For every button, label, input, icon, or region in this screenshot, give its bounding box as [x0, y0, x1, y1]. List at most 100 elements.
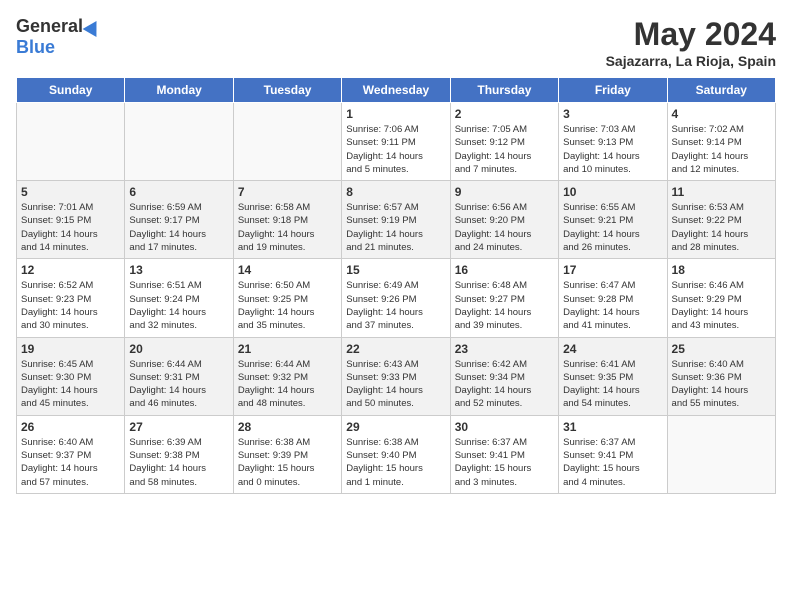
- calendar-cell: 22 Sunrise: 6:43 AMSunset: 9:33 PMDayligh…: [342, 337, 450, 415]
- day-info-text: Sunrise: 6:58 AMSunset: 9:18 PMDaylight:…: [238, 201, 337, 254]
- calendar-week-row: 12 Sunrise: 6:52 AMSunset: 9:23 PMDayligh…: [17, 259, 776, 337]
- logo: General Blue: [16, 16, 101, 58]
- day-number: 19: [21, 342, 120, 356]
- title-area: May 2024 Sajazarra, La Rioja, Spain: [606, 16, 776, 69]
- day-info-text: Sunrise: 6:37 AMSunset: 9:41 PMDaylight:…: [563, 436, 662, 489]
- day-number: 5: [21, 185, 120, 199]
- weekday-header: Thursday: [450, 78, 558, 103]
- day-info-text: Sunrise: 6:56 AMSunset: 9:20 PMDaylight:…: [455, 201, 554, 254]
- calendar-cell: 13 Sunrise: 6:51 AMSunset: 9:24 PMDayligh…: [125, 259, 233, 337]
- day-info-text: Sunrise: 6:49 AMSunset: 9:26 PMDaylight:…: [346, 279, 445, 332]
- day-info-text: Sunrise: 6:41 AMSunset: 9:35 PMDaylight:…: [563, 358, 662, 411]
- calendar-cell: 10 Sunrise: 6:55 AMSunset: 9:21 PMDayligh…: [559, 181, 667, 259]
- day-number: 6: [129, 185, 228, 199]
- day-number: 27: [129, 420, 228, 434]
- calendar-cell: 27 Sunrise: 6:39 AMSunset: 9:38 PMDayligh…: [125, 415, 233, 493]
- day-number: 18: [672, 263, 771, 277]
- weekday-header: Saturday: [667, 78, 775, 103]
- month-title: May 2024: [606, 16, 776, 53]
- day-info-text: Sunrise: 7:01 AMSunset: 9:15 PMDaylight:…: [21, 201, 120, 254]
- day-info-text: Sunrise: 6:46 AMSunset: 9:29 PMDaylight:…: [672, 279, 771, 332]
- calendar-cell: 31 Sunrise: 6:37 AMSunset: 9:41 PMDayligh…: [559, 415, 667, 493]
- day-number: 4: [672, 107, 771, 121]
- day-number: 30: [455, 420, 554, 434]
- day-info-text: Sunrise: 6:47 AMSunset: 9:28 PMDaylight:…: [563, 279, 662, 332]
- calendar-cell: 18 Sunrise: 6:46 AMSunset: 9:29 PMDayligh…: [667, 259, 775, 337]
- calendar-body: 1Sunrise: 7:06 AMSunset: 9:11 PMDaylight…: [17, 103, 776, 494]
- calendar-cell: 15 Sunrise: 6:49 AMSunset: 9:26 PMDayligh…: [342, 259, 450, 337]
- calendar-week-row: 19 Sunrise: 6:45 AMSunset: 9:30 PMDayligh…: [17, 337, 776, 415]
- day-number: 23: [455, 342, 554, 356]
- calendar-cell: 8Sunrise: 6:57 AMSunset: 9:19 PMDaylight…: [342, 181, 450, 259]
- calendar-cell: 25Sunrise: 6:40 AMSunset: 9:36 PMDayligh…: [667, 337, 775, 415]
- day-info-text: Sunrise: 6:38 AMSunset: 9:40 PMDaylight:…: [346, 436, 445, 489]
- day-number: 7: [238, 185, 337, 199]
- day-number: 10: [563, 185, 662, 199]
- logo-triangle-icon: [83, 16, 104, 36]
- day-info-text: Sunrise: 6:43 AMSunset: 9:33 PMDaylight:…: [346, 358, 445, 411]
- calendar-cell: 7 Sunrise: 6:58 AMSunset: 9:18 PMDaylight…: [233, 181, 341, 259]
- calendar-cell: [17, 103, 125, 181]
- day-info-text: Sunrise: 6:59 AMSunset: 9:17 PMDaylight:…: [129, 201, 228, 254]
- calendar-cell: 1Sunrise: 7:06 AMSunset: 9:11 PMDaylight…: [342, 103, 450, 181]
- day-number: 17: [563, 263, 662, 277]
- calendar-cell: 2Sunrise: 7:05 AMSunset: 9:12 PMDaylight…: [450, 103, 558, 181]
- calendar-cell: 6 Sunrise: 6:59 AMSunset: 9:17 PMDaylight…: [125, 181, 233, 259]
- calendar-cell: 24 Sunrise: 6:41 AMSunset: 9:35 PMDayligh…: [559, 337, 667, 415]
- calendar-cell: 17 Sunrise: 6:47 AMSunset: 9:28 PMDayligh…: [559, 259, 667, 337]
- day-info-text: Sunrise: 6:55 AMSunset: 9:21 PMDaylight:…: [563, 201, 662, 254]
- day-info-text: Sunrise: 6:50 AMSunset: 9:25 PMDaylight:…: [238, 279, 337, 332]
- day-number: 29: [346, 420, 445, 434]
- day-info-text: Sunrise: 6:37 AMSunset: 9:41 PMDaylight:…: [455, 436, 554, 489]
- day-info-text: Sunrise: 7:05 AMSunset: 9:12 PMDaylight:…: [455, 123, 554, 176]
- day-number: 25: [672, 342, 771, 356]
- weekday-header: Sunday: [17, 78, 125, 103]
- calendar-cell: 19 Sunrise: 6:45 AMSunset: 9:30 PMDayligh…: [17, 337, 125, 415]
- weekday-row: SundayMondayTuesdayWednesdayThursdayFrid…: [17, 78, 776, 103]
- calendar-cell: 26 Sunrise: 6:40 AMSunset: 9:37 PMDayligh…: [17, 415, 125, 493]
- calendar-cell: 4 Sunrise: 7:02 AMSunset: 9:14 PMDaylight…: [667, 103, 775, 181]
- calendar-cell: 30 Sunrise: 6:37 AMSunset: 9:41 PMDayligh…: [450, 415, 558, 493]
- day-number: 20: [129, 342, 228, 356]
- day-number: 22: [346, 342, 445, 356]
- day-info-text: Sunrise: 6:53 AMSunset: 9:22 PMDaylight:…: [672, 201, 771, 254]
- day-number: 16: [455, 263, 554, 277]
- day-number: 24: [563, 342, 662, 356]
- day-info-text: Sunrise: 6:52 AMSunset: 9:23 PMDaylight:…: [21, 279, 120, 332]
- day-number: 3: [563, 107, 662, 121]
- calendar-cell: [125, 103, 233, 181]
- calendar-week-row: 1Sunrise: 7:06 AMSunset: 9:11 PMDaylight…: [17, 103, 776, 181]
- day-info-text: Sunrise: 6:48 AMSunset: 9:27 PMDaylight:…: [455, 279, 554, 332]
- day-number: 21: [238, 342, 337, 356]
- calendar-cell: 9 Sunrise: 6:56 AMSunset: 9:20 PMDaylight…: [450, 181, 558, 259]
- day-number: 15: [346, 263, 445, 277]
- day-number: 14: [238, 263, 337, 277]
- day-info-text: Sunrise: 6:39 AMSunset: 9:38 PMDaylight:…: [129, 436, 228, 489]
- day-number: 1: [346, 107, 445, 121]
- day-number: 28: [238, 420, 337, 434]
- weekday-header: Wednesday: [342, 78, 450, 103]
- day-info-text: Sunrise: 6:45 AMSunset: 9:30 PMDaylight:…: [21, 358, 120, 411]
- day-number: 13: [129, 263, 228, 277]
- day-number: 11: [672, 185, 771, 199]
- day-number: 31: [563, 420, 662, 434]
- day-info-text: Sunrise: 6:38 AMSunset: 9:39 PMDaylight:…: [238, 436, 337, 489]
- day-info-text: Sunrise: 7:02 AMSunset: 9:14 PMDaylight:…: [672, 123, 771, 176]
- location-text: Sajazarra, La Rioja, Spain: [606, 53, 776, 69]
- logo-blue-text: Blue: [16, 37, 55, 58]
- day-number: 9: [455, 185, 554, 199]
- day-info-text: Sunrise: 6:40 AMSunset: 9:37 PMDaylight:…: [21, 436, 120, 489]
- calendar-cell: 29 Sunrise: 6:38 AMSunset: 9:40 PMDayligh…: [342, 415, 450, 493]
- day-info-text: Sunrise: 7:03 AMSunset: 9:13 PMDaylight:…: [563, 123, 662, 176]
- day-number: 12: [21, 263, 120, 277]
- day-info-text: Sunrise: 6:57 AMSunset: 9:19 PMDaylight:…: [346, 201, 445, 254]
- calendar-cell: 16 Sunrise: 6:48 AMSunset: 9:27 PMDayligh…: [450, 259, 558, 337]
- day-info-text: Sunrise: 6:42 AMSunset: 9:34 PMDaylight:…: [455, 358, 554, 411]
- day-number: 26: [21, 420, 120, 434]
- day-info-text: Sunrise: 6:51 AMSunset: 9:24 PMDaylight:…: [129, 279, 228, 332]
- calendar-cell: 20Sunrise: 6:44 AMSunset: 9:31 PMDayligh…: [125, 337, 233, 415]
- day-info-text: Sunrise: 6:44 AMSunset: 9:32 PMDaylight:…: [238, 358, 337, 411]
- weekday-header: Friday: [559, 78, 667, 103]
- calendar-cell: 12 Sunrise: 6:52 AMSunset: 9:23 PMDayligh…: [17, 259, 125, 337]
- calendar-header: SundayMondayTuesdayWednesdayThursdayFrid…: [17, 78, 776, 103]
